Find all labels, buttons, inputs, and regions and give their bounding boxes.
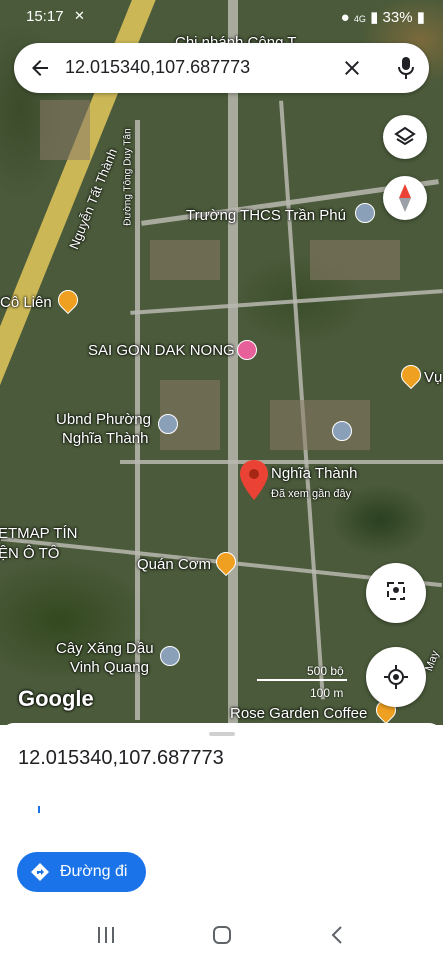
network-type: 4G	[353, 14, 366, 24]
google-logo: Google	[18, 686, 94, 711]
buildings	[310, 240, 400, 280]
buildings	[150, 240, 220, 280]
hotel-icon[interactable]	[237, 340, 257, 360]
scale-meters: 100 m	[310, 686, 344, 700]
buildings	[270, 400, 370, 450]
map-label: Cây Xăng Dầu	[56, 640, 154, 657]
road	[130, 289, 443, 315]
road	[120, 460, 443, 464]
battery-icon: ▮	[416, 9, 425, 26]
map-label: Ubnd Phường	[56, 411, 151, 428]
map-label: Rose Garden Coffee	[230, 705, 368, 722]
restaurant-icon[interactable]	[53, 285, 83, 315]
my-location-icon	[384, 665, 408, 689]
recent-apps-icon[interactable]	[96, 927, 116, 943]
status-time: 15:17	[26, 8, 64, 25]
compass-icon	[399, 184, 411, 212]
search-input[interactable]: 12.015340,107.687773	[65, 57, 250, 78]
layers-button[interactable]	[383, 115, 427, 159]
status-indicators: ● 4G ▮ 33% ▮	[341, 8, 425, 26]
place-title: 12.015340,107.687773	[18, 747, 224, 769]
drag-handle[interactable]	[209, 732, 235, 736]
buildings	[40, 100, 90, 160]
system-nav-bar	[0, 905, 443, 960]
loading-indicator	[38, 806, 40, 813]
location-pin-icon[interactable]	[240, 460, 268, 500]
home-icon[interactable]	[213, 926, 231, 944]
battery-percent: 33%	[382, 9, 413, 26]
restaurant-icon[interactable]	[396, 360, 426, 390]
map-label: Quán Cơm	[137, 556, 212, 573]
back-icon[interactable]	[330, 926, 344, 944]
map-label: Trường THCS Trần Phú	[186, 207, 346, 224]
navigation-pin-icon	[387, 582, 405, 600]
school-icon[interactable]	[355, 203, 375, 223]
back-arrow-icon[interactable]	[28, 56, 52, 80]
map-label: ETMAP TÍN	[0, 525, 78, 542]
microphone-icon[interactable]	[394, 55, 418, 81]
wifi-off-icon: ✕	[74, 8, 85, 23]
street-label: Đường Tông Duy Tân	[122, 128, 134, 226]
pin-subtitle: Đã xem gần đây	[271, 488, 352, 500]
map-label: Vinh Quang	[70, 659, 149, 676]
status-bar: 15:17 ✕ ● 4G ▮ 33% ▮	[0, 0, 443, 34]
directions-label: Đường đi	[60, 863, 128, 880]
map-label: ỆN Ô TÔ	[0, 545, 60, 562]
gas-station-icon[interactable]	[160, 646, 180, 666]
directions-button[interactable]: Đường đi	[17, 852, 146, 892]
directions-fab[interactable]	[366, 563, 426, 623]
scale-line	[257, 679, 347, 681]
compass-button[interactable]	[383, 176, 427, 220]
main-road	[228, 0, 238, 725]
close-icon[interactable]	[340, 56, 364, 80]
scale-feet: 500 bộ	[307, 664, 344, 678]
map-label: Vụ	[424, 369, 443, 386]
government-icon[interactable]	[158, 414, 178, 434]
map-label: Cô Liên	[0, 294, 52, 311]
layers-icon	[394, 126, 416, 146]
my-location-button[interactable]	[366, 647, 426, 707]
school-icon[interactable]	[332, 421, 352, 441]
location-status-icon: ●	[340, 9, 350, 26]
signal-icon: ▮	[370, 9, 379, 26]
search-bar[interactable]: 12.015340,107.687773	[14, 43, 429, 93]
map-label: Nghĩa Thành	[62, 430, 149, 447]
map-label: SAI GON DAK NONG	[88, 342, 235, 359]
scale-bar: 500 bộ 100 m	[252, 664, 352, 704]
directions-icon	[31, 863, 49, 881]
pin-title: Nghĩa Thành	[271, 465, 358, 482]
